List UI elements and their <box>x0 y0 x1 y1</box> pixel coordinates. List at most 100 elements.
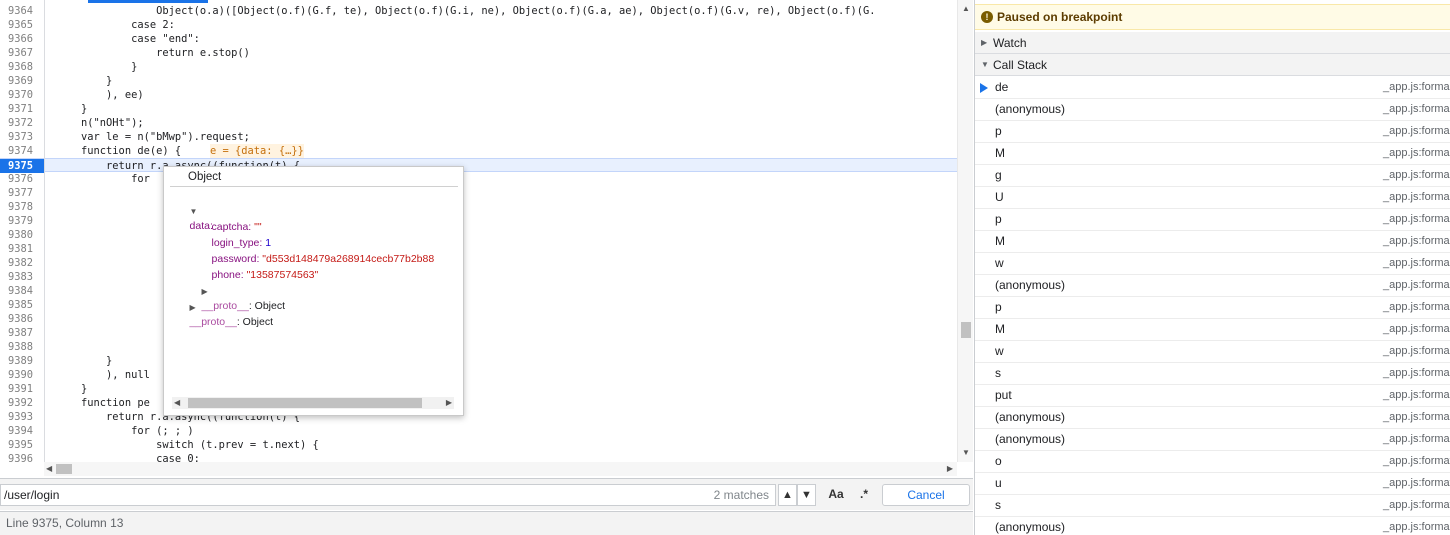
call-frame[interactable]: U _app.js:forma <box>975 187 1450 209</box>
scroll-left-icon[interactable]: ◀ <box>174 398 180 407</box>
frame-location-link[interactable]: _app.js:forma <box>1383 275 1450 296</box>
line-number[interactable]: 9393 <box>0 410 44 424</box>
code-line[interactable]: 9367 return e.stop() <box>0 46 957 60</box>
code-line[interactable]: 9383 <box>0 270 957 284</box>
regex-button[interactable]: .* <box>852 484 876 506</box>
line-number[interactable]: 9395 <box>0 438 44 452</box>
frame-location-link[interactable]: _app.js:format <box>1383 473 1450 494</box>
search-input[interactable]: /user/login 2 matches <box>0 484 776 506</box>
frame-location-link[interactable]: _app.js:forma <box>1383 407 1450 428</box>
popover-scroll-thumb[interactable] <box>188 398 422 408</box>
frame-location-link[interactable]: _app.js:forma <box>1383 363 1450 384</box>
line-number[interactable]: 9371 <box>0 102 44 116</box>
code-line[interactable]: 9374 function de(e) {e = {data: {…}} <box>0 144 957 158</box>
call-frame[interactable]: s _app.js:forma <box>975 363 1450 385</box>
expand-right-icon[interactable]: ▶ <box>190 303 196 312</box>
frame-location-link[interactable]: _app.js:forma <box>1383 77 1450 98</box>
call-frame[interactable]: g _app.js:forma <box>975 165 1450 187</box>
line-number[interactable]: 9380 <box>0 228 44 242</box>
vertical-scroll-thumb[interactable] <box>961 322 971 338</box>
line-number[interactable]: 9369 <box>0 74 44 88</box>
frame-location-link[interactable]: _app.js:forma <box>1383 121 1450 142</box>
line-number[interactable]: 9372 <box>0 116 44 130</box>
frame-location-link[interactable]: _app.js:forma <box>1383 385 1450 406</box>
line-number[interactable]: 9379 <box>0 214 44 228</box>
line-number[interactable]: 9389 <box>0 354 44 368</box>
call-frame[interactable]: de _app.js:forma <box>975 77 1450 99</box>
code-line[interactable]: 9368 } <box>0 60 957 74</box>
line-number[interactable]: 9368 <box>0 60 44 74</box>
line-number[interactable]: 9365 <box>0 18 44 32</box>
line-number[interactable]: 9382 <box>0 256 44 270</box>
code-line[interactable]: 9384 <box>0 284 957 298</box>
line-number[interactable]: 9374 <box>0 144 44 158</box>
line-number[interactable]: 9387 <box>0 326 44 340</box>
editor-vertical-scrollbar[interactable]: ▲ ▼ <box>957 0 973 462</box>
match-case-button[interactable]: Aa <box>824 484 848 506</box>
previous-match-button[interactable]: ▲ <box>778 484 797 506</box>
call-frame[interactable]: s _app.js:format <box>975 495 1450 517</box>
scroll-left-icon[interactable]: ◀ <box>46 464 52 473</box>
frame-location-link[interactable]: _app.js:forma <box>1383 517 1450 535</box>
horizontal-scroll-thumb[interactable] <box>56 464 72 474</box>
frame-location-link[interactable]: _app.js:forma <box>1383 143 1450 164</box>
line-number[interactable]: 9383 <box>0 270 44 284</box>
code-line[interactable]: 9392 function pe <box>0 396 957 410</box>
code-line[interactable]: 9365 case 2: <box>0 18 957 32</box>
frame-location-link[interactable]: _app.js:forma <box>1383 99 1450 120</box>
code-line[interactable]: 9366 case "end": <box>0 32 957 46</box>
code-line[interactable]: 9385 <box>0 298 957 312</box>
call-frame[interactable]: o _app.js:format <box>975 451 1450 473</box>
code-line[interactable]: 9393 return r.a.async((function(t) { <box>0 410 957 424</box>
call-frame[interactable]: put _app.js:forma <box>975 385 1450 407</box>
code-line[interactable]: 9379 <box>0 214 957 228</box>
code-line[interactable]: 9373 var le = n("bMwp").request; <box>0 130 957 144</box>
next-match-button[interactable]: ▼ <box>797 484 816 506</box>
cancel-button[interactable]: Cancel <box>882 484 970 506</box>
popover-horizontal-scrollbar[interactable]: ◀ ▶ <box>172 397 454 409</box>
frame-location-link[interactable]: _app.js:forma <box>1383 165 1450 186</box>
code-line[interactable]: 9390 ), null <box>0 368 957 382</box>
frame-location-link[interactable]: _app.js:format <box>1383 451 1450 472</box>
call-frame[interactable]: M _app.js:forma <box>975 143 1450 165</box>
call-frame[interactable]: M _app.js:forma <box>975 319 1450 341</box>
code-line[interactable]: 9375 return r.a.async((function(t) { <box>0 158 957 173</box>
code-line[interactable]: 9377 <box>0 186 957 200</box>
line-number[interactable]: 9364 <box>0 4 44 18</box>
line-number[interactable]: 9373 <box>0 130 44 144</box>
line-number[interactable]: 9375 <box>0 159 44 173</box>
scroll-up-icon[interactable]: ▲ <box>962 4 970 13</box>
call-frame[interactable]: u _app.js:format <box>975 473 1450 495</box>
line-number[interactable]: 9390 <box>0 368 44 382</box>
line-number[interactable]: 9386 <box>0 312 44 326</box>
code-line[interactable]: 9370 ), ee) <box>0 88 957 102</box>
code-line[interactable]: 9387 <box>0 326 957 340</box>
code-line[interactable]: 9388 <box>0 340 957 354</box>
line-number[interactable]: 9377 <box>0 186 44 200</box>
code-line[interactable]: 9372 n("nOHt"); <box>0 116 957 130</box>
call-frame[interactable]: p _app.js:forma <box>975 121 1450 143</box>
frame-location-link[interactable]: _app.js:forma <box>1383 231 1450 252</box>
call-frame[interactable]: w _app.js:forma <box>975 253 1450 275</box>
line-number[interactable]: 9384 <box>0 284 44 298</box>
line-number[interactable]: 9370 <box>0 88 44 102</box>
line-number[interactable]: 9376 <box>0 172 44 186</box>
call-frame[interactable]: (anonymous) _app.js:forma <box>975 517 1450 535</box>
callstack-section-header[interactable]: ▼ Call Stack <box>975 54 1450 76</box>
line-number[interactable]: 9394 <box>0 424 44 438</box>
call-frame[interactable]: p _app.js:forma <box>975 297 1450 319</box>
line-number[interactable]: 9367 <box>0 46 44 60</box>
code-line[interactable]: 9394 for (; ; ) <box>0 424 957 438</box>
code-line[interactable]: 9381 <box>0 242 957 256</box>
scroll-right-icon[interactable]: ▶ <box>947 464 953 473</box>
code-line[interactable]: 9378 <box>0 200 957 214</box>
code-line[interactable]: 9364 Object(o.a)([Object(o.f)(G.f, te), … <box>0 4 957 18</box>
call-frame[interactable]: (anonymous) _app.js:forma <box>975 99 1450 121</box>
line-number[interactable]: 9378 <box>0 200 44 214</box>
frame-location-link[interactable]: _app.js:forma <box>1383 341 1450 362</box>
code-line[interactable]: 9382 <box>0 256 957 270</box>
call-frame[interactable]: (anonymous) _app.js:forma <box>975 429 1450 451</box>
scroll-down-icon[interactable]: ▼ <box>962 448 970 457</box>
code-line[interactable]: 9395 switch (t.prev = t.next) { <box>0 438 957 452</box>
code-line[interactable]: 9389 } <box>0 354 957 368</box>
